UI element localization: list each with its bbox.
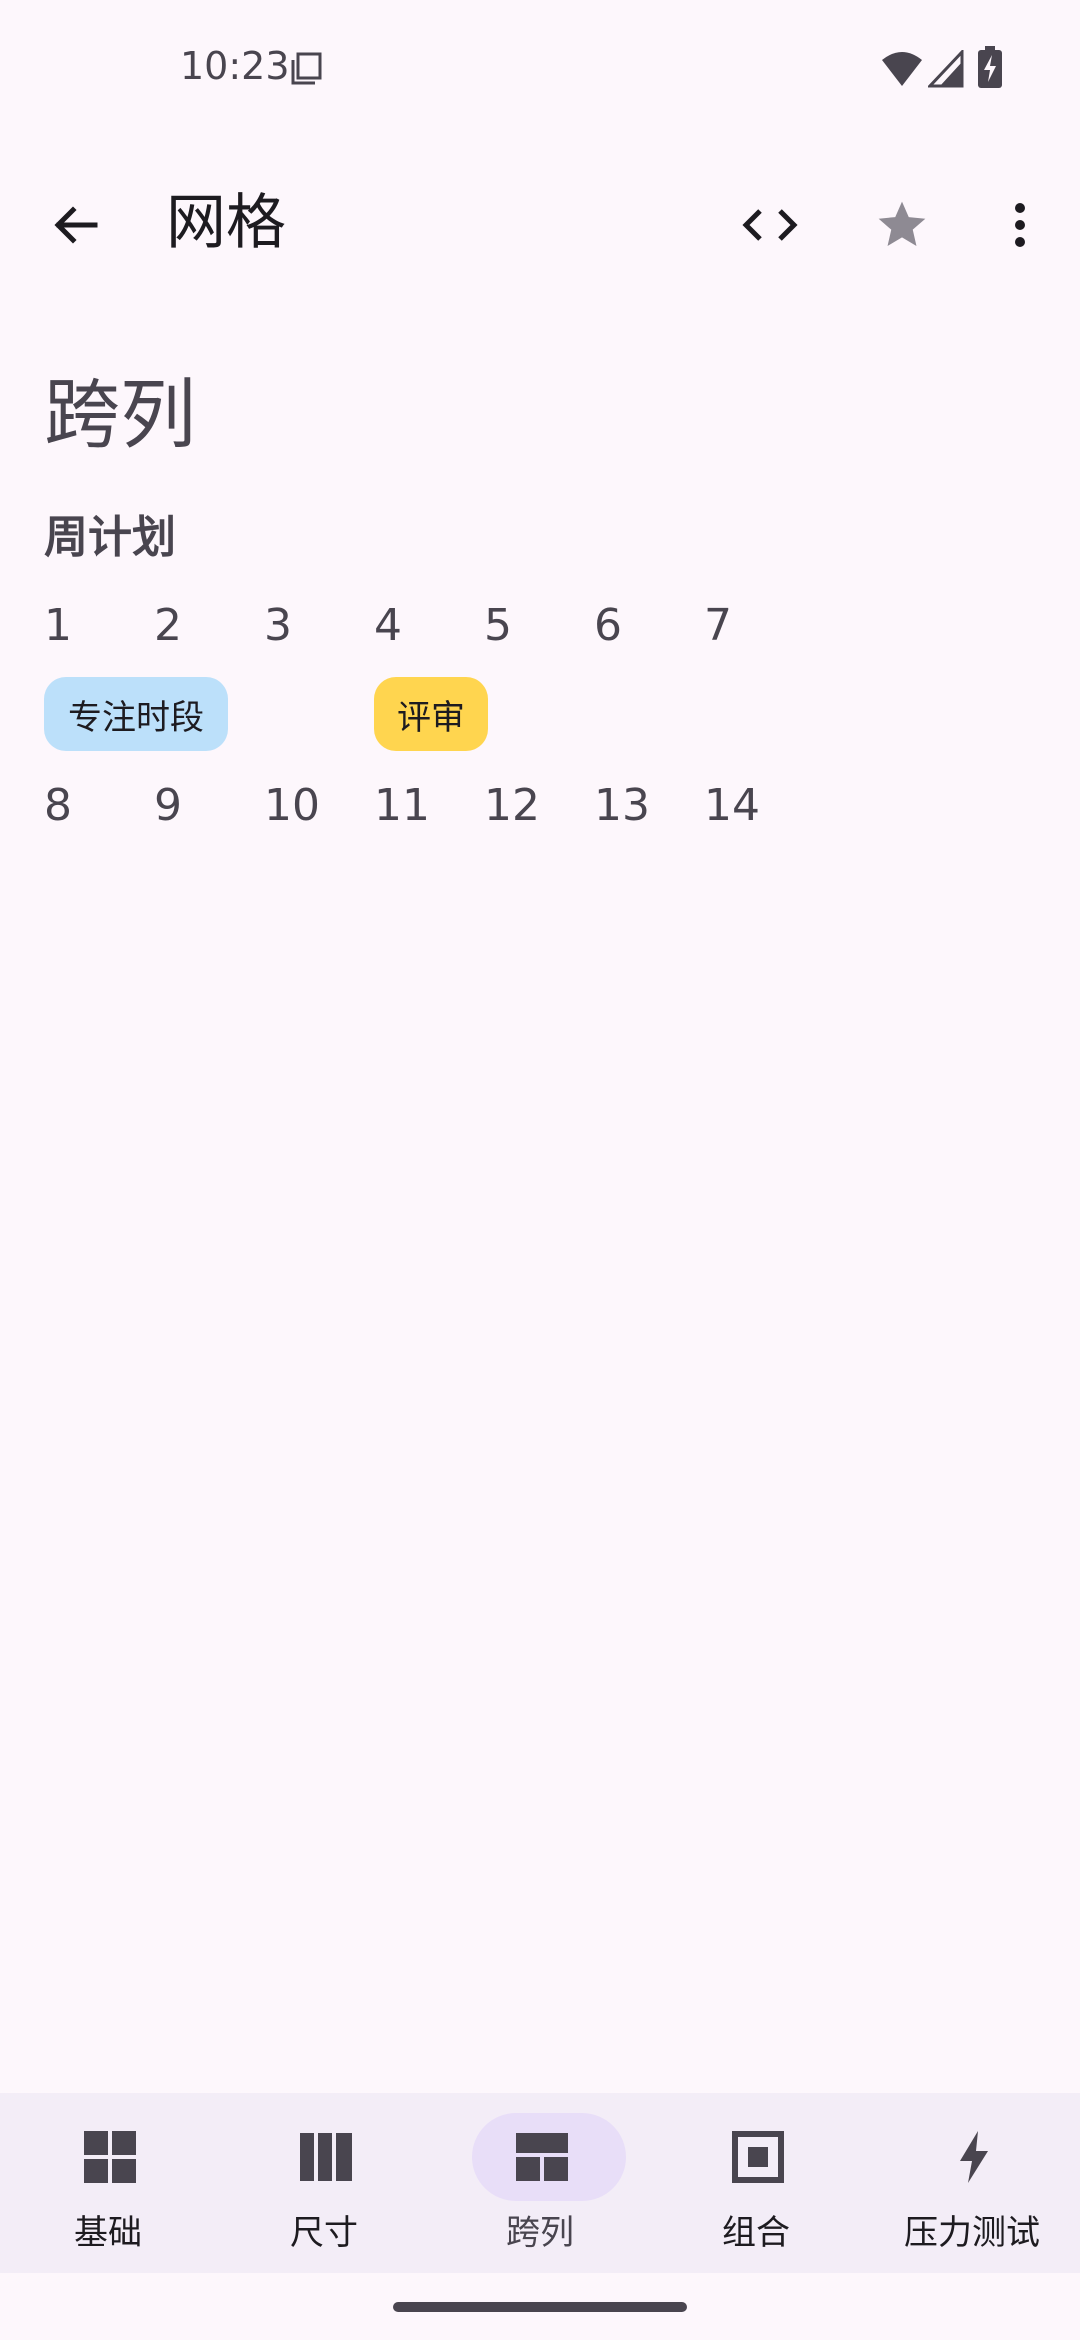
week-row-1: 1 2 3 4 5 6 7 xyxy=(44,596,744,656)
favorite-button[interactable] xyxy=(862,185,942,265)
nav-label: 压力测试 xyxy=(904,2213,1040,2253)
more-options-button[interactable] xyxy=(980,185,1060,265)
nav-item-compose[interactable]: 组合 xyxy=(648,2093,864,2273)
view-code-button[interactable] xyxy=(730,185,810,265)
day-cell: 8 xyxy=(44,780,72,831)
section-heading: 跨列 xyxy=(44,370,196,459)
review-chip[interactable]: 评审 xyxy=(374,677,488,751)
day-cell: 14 xyxy=(704,780,760,831)
nav-item-size[interactable]: 尺寸 xyxy=(216,2093,432,2273)
day-cell: 1 xyxy=(44,600,72,651)
day-cell: 5 xyxy=(484,600,512,651)
battery-charging-icon xyxy=(978,46,1002,88)
more-vert-icon xyxy=(1015,203,1025,247)
day-cell: 13 xyxy=(594,780,650,831)
bolt-icon xyxy=(960,2131,988,2183)
day-cell: 6 xyxy=(594,600,622,651)
status-bar: 10:23 xyxy=(0,0,1080,140)
day-cell: 2 xyxy=(154,600,182,651)
nav-item-stress-test[interactable]: 压力测试 xyxy=(864,2093,1080,2273)
wifi-icon xyxy=(882,52,922,86)
week-row-2: 8 9 10 11 12 13 14 xyxy=(44,776,760,836)
arrow-back-icon xyxy=(54,206,98,244)
day-cell: 9 xyxy=(154,780,182,831)
code-icon xyxy=(742,209,798,241)
star-icon xyxy=(878,201,926,246)
nav-item-basic[interactable]: 基础 xyxy=(0,2093,216,2273)
day-cell: 12 xyxy=(484,780,540,831)
focus-time-chip[interactable]: 专注时段 xyxy=(44,677,228,751)
nav-label: 基础 xyxy=(74,2213,142,2253)
frame-icon xyxy=(732,2131,784,2183)
gesture-bar[interactable] xyxy=(393,2302,687,2312)
signal-icon xyxy=(928,50,964,88)
columns-icon xyxy=(300,2133,352,2181)
day-cell: 11 xyxy=(374,780,430,831)
span-layout-icon xyxy=(516,2133,568,2181)
screen: 10:23 网格 跨列 周计划 1 2 3 4 5 6 7 专注时段 评审 8 … xyxy=(0,0,1080,2340)
status-time: 10:23 xyxy=(180,44,290,88)
day-cell: 3 xyxy=(264,600,292,651)
grid-icon xyxy=(84,2131,136,2183)
nav-item-span[interactable]: 跨列 xyxy=(432,2093,648,2273)
day-cell: 7 xyxy=(704,600,732,651)
nav-label: 尺寸 xyxy=(290,2213,358,2253)
top-app-bar: 网格 xyxy=(0,160,1080,290)
back-button[interactable] xyxy=(36,185,116,265)
page-title: 网格 xyxy=(166,188,286,258)
nav-label: 组合 xyxy=(722,2213,790,2253)
notification-icon xyxy=(291,52,322,85)
nav-label: 跨列 xyxy=(506,2213,574,2253)
weekly-plan-subheading: 周计划 xyxy=(44,512,176,563)
day-cell: 4 xyxy=(374,600,402,651)
bottom-navigation: 基础 尺寸 跨列 组合 压力测试 xyxy=(0,2093,1080,2273)
day-cell: 10 xyxy=(264,780,320,831)
